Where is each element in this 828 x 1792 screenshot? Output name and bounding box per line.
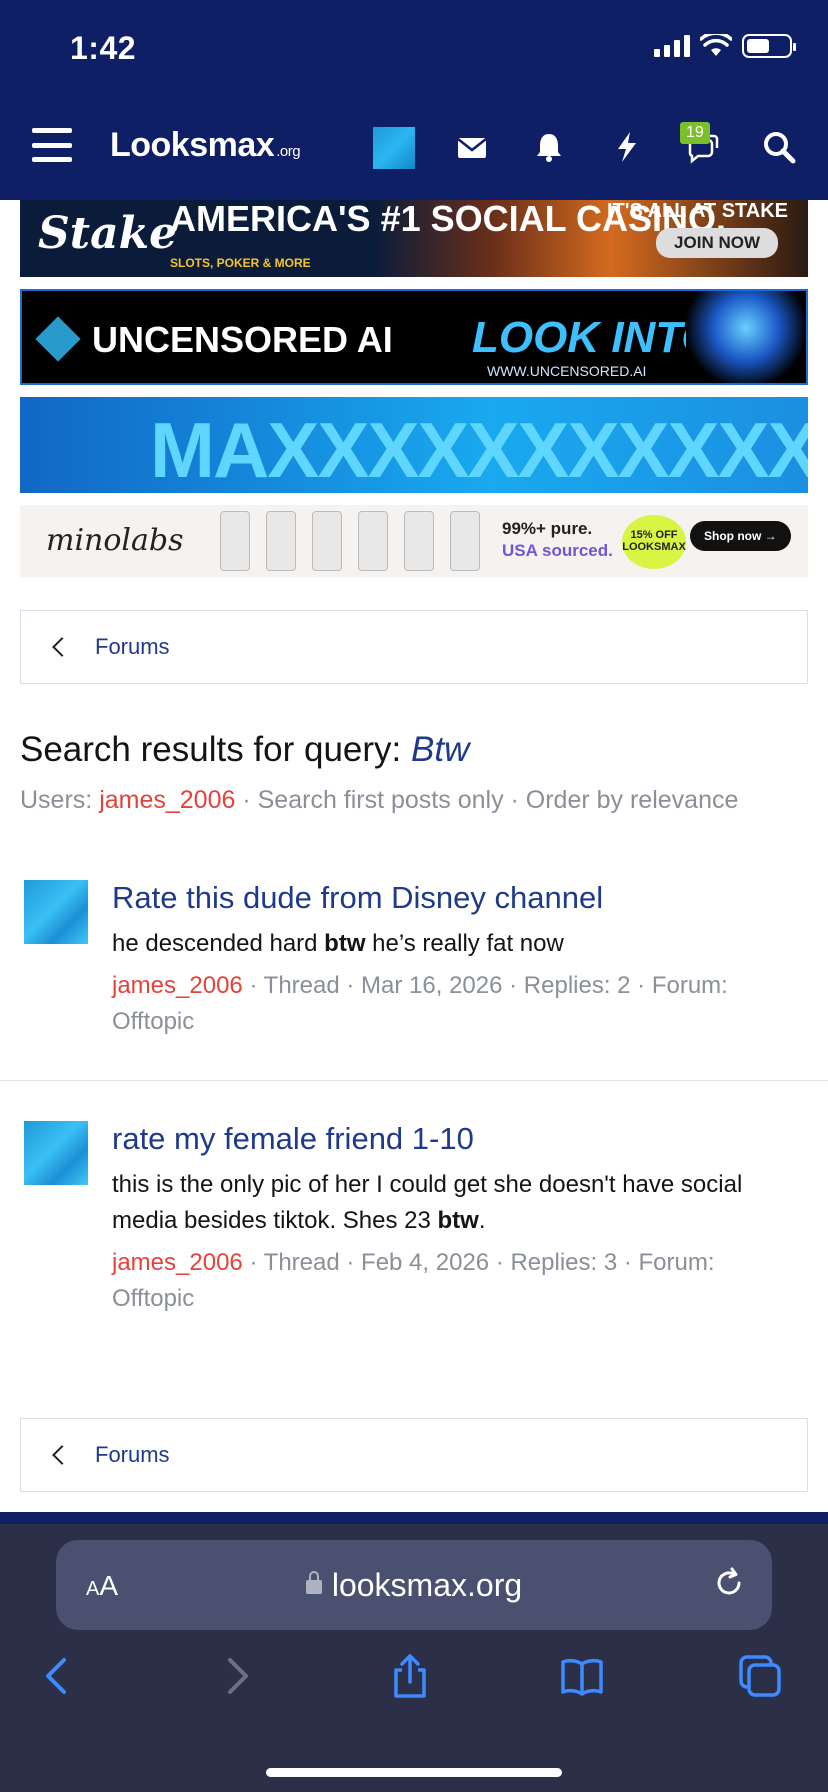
- bookmarks-icon[interactable]: [560, 1654, 604, 1698]
- lightning-icon[interactable]: [610, 130, 644, 164]
- back-icon[interactable]: [36, 1654, 80, 1698]
- result-avatar[interactable]: [24, 1121, 88, 1185]
- battery-icon: [742, 34, 796, 58]
- search-icon[interactable]: [762, 130, 796, 164]
- lock-icon: [305, 1571, 322, 1594]
- search-query: Btw: [411, 730, 470, 769]
- uncensored-logo-icon: [35, 316, 81, 362]
- url-text[interactable]: looksmax.org: [56, 1567, 772, 1604]
- footer-strip: [0, 1512, 828, 1524]
- cellular-signal-icon: [654, 35, 690, 57]
- result-author[interactable]: james_2006: [112, 1249, 243, 1276]
- browser-toolbar: AA looksmax.org: [0, 1524, 828, 1792]
- minolabs-discount-badge: 15% OFF LOOKSMAX: [622, 515, 686, 569]
- result-divider: [0, 1080, 828, 1081]
- breadcrumb[interactable]: Forums: [20, 610, 808, 684]
- stake-tag: IT'S ALL AT STAKE: [606, 200, 788, 222]
- uncensored-ai-ad-banner[interactable]: UNCENSORED AI LOOK INTO IT WWW.UNCENSORE…: [20, 289, 808, 385]
- uncensored-url: WWW.UNCENSORED.AI: [487, 363, 647, 379]
- reload-icon[interactable]: [712, 1566, 746, 1600]
- address-bar[interactable]: AA looksmax.org: [56, 1540, 772, 1630]
- top-nav-bar: 1:42 Looksmax .org 19: [0, 0, 828, 200]
- wifi-icon: [700, 34, 732, 56]
- status-icons: [654, 34, 796, 58]
- status-time: 1:42: [70, 30, 137, 66]
- stake-subline: SLOTS, POKER & MORE: [170, 256, 311, 270]
- result-title[interactable]: rate my female friend 1-10: [112, 1121, 474, 1157]
- breadcrumb-forums[interactable]: Forums: [95, 634, 170, 660]
- result-meta: james_2006 · Thread · Feb 4, 2026 · Repl…: [112, 1249, 715, 1312]
- breadcrumb-forums[interactable]: Forums: [95, 1442, 170, 1468]
- alerts-badge: 19: [680, 122, 710, 144]
- site-logo[interactable]: Looksmax .org: [110, 126, 301, 165]
- breadcrumb[interactable]: Forums: [20, 1418, 808, 1492]
- minolabs-line2: USA sourced.: [502, 541, 613, 560]
- forward-icon[interactable]: [214, 1654, 258, 1698]
- result-title[interactable]: Rate this dude from Disney channel: [112, 880, 603, 916]
- tabs-icon[interactable]: [738, 1654, 782, 1698]
- minolabs-brand: minolabs: [46, 523, 184, 558]
- maxx-text: MAXXXXXXXXXXXXX: [150, 406, 808, 493]
- search-params: Users: james_2006 · Search first posts o…: [20, 786, 739, 814]
- chevron-left-icon: [52, 637, 72, 657]
- minolabs-ad-banner[interactable]: minolabs 99%+ pure. USA sourced. 15% OFF…: [20, 505, 808, 577]
- result-snippet: he descended hard btw he’s really fat no…: [112, 930, 564, 957]
- brain-graphic: [686, 291, 806, 383]
- menu-icon[interactable]: [32, 128, 72, 162]
- result-snippet: this is the only pic of her I could get …: [112, 1171, 743, 1234]
- chevron-left-icon: [52, 1445, 72, 1465]
- result-avatar[interactable]: [24, 880, 88, 944]
- stake-join-button[interactable]: JOIN NOW: [656, 228, 778, 258]
- uncensored-brand: UNCENSORED AI: [92, 319, 393, 360]
- page-title: Search results for query: Btw: [20, 730, 470, 769]
- maxx-ad-banner[interactable]: MAXXXXXXXXXXXXX: [20, 397, 808, 493]
- forum-nav: Looksmax .org 19: [0, 118, 828, 174]
- home-indicator[interactable]: [266, 1768, 562, 1777]
- vials-graphic: [220, 511, 490, 571]
- result-author[interactable]: james_2006: [112, 972, 243, 999]
- share-icon[interactable]: [388, 1654, 432, 1698]
- bell-icon[interactable]: [532, 130, 566, 164]
- inbox-icon[interactable]: [455, 130, 489, 164]
- user-avatar[interactable]: [373, 127, 415, 169]
- stake-ad-banner[interactable]: Stake AMERICA'S #1 SOCIAL CASINO. SLOTS,…: [20, 200, 808, 277]
- stake-brand: Stake: [38, 208, 178, 259]
- minolabs-shop-button[interactable]: Shop now →: [690, 521, 791, 551]
- minolabs-line1: 99%+ pure.: [502, 519, 593, 538]
- result-meta: james_2006 · Thread · Mar 16, 2026 · Rep…: [112, 972, 728, 1035]
- search-user-link[interactable]: james_2006: [99, 786, 235, 814]
